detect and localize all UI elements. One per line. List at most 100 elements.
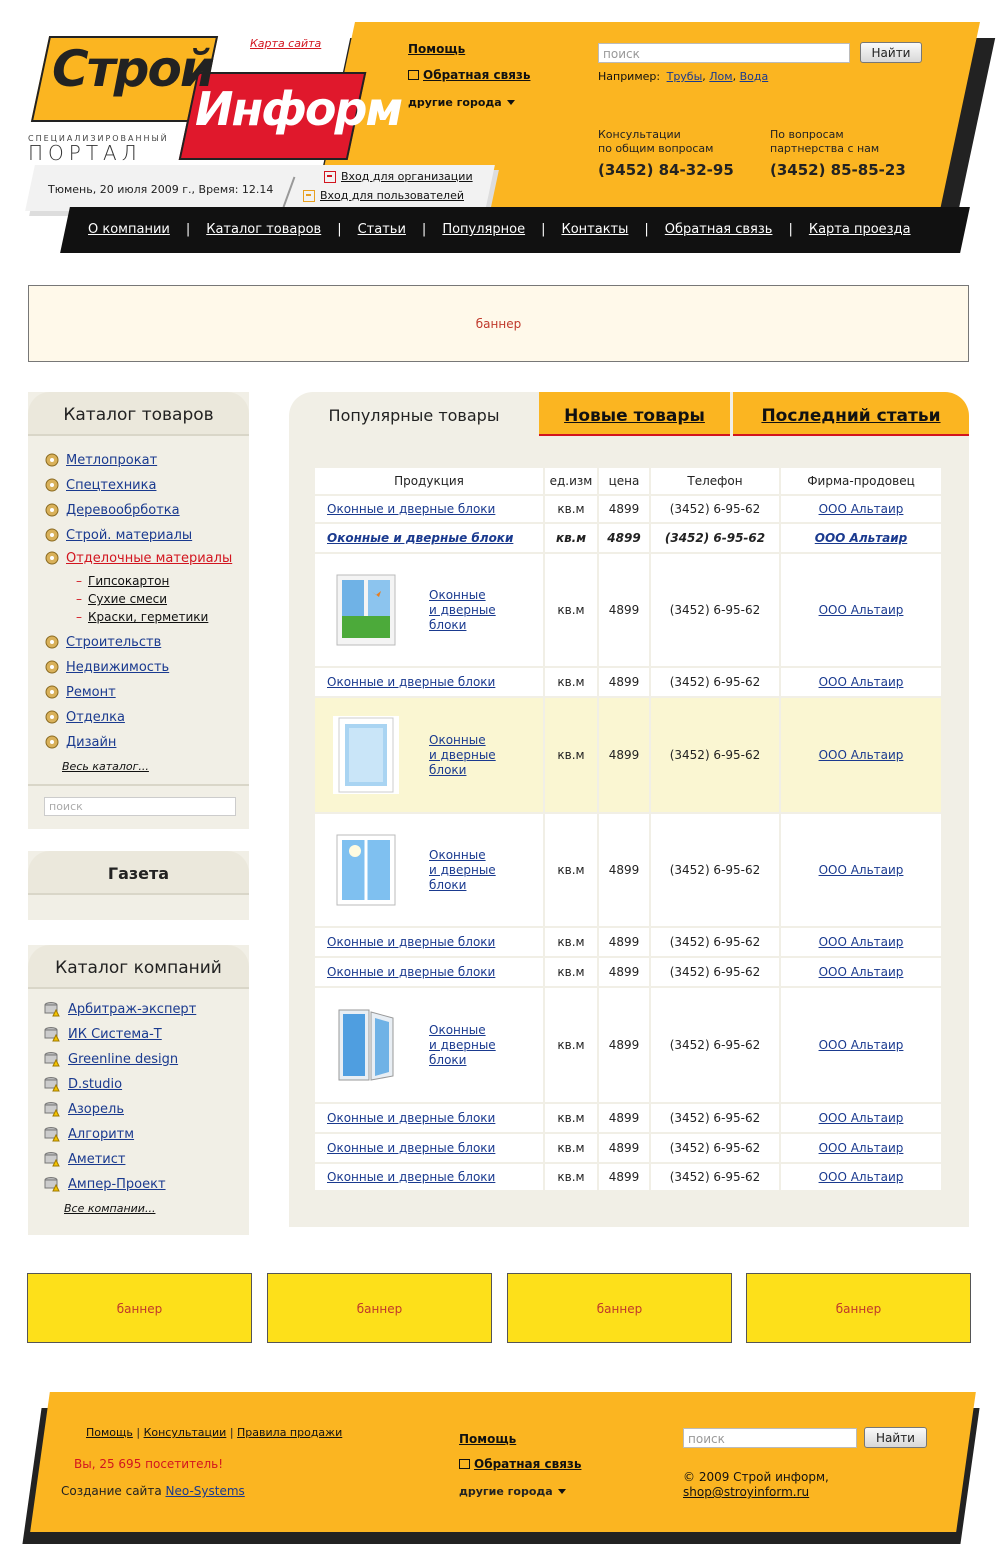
catalog-subitem-link[interactable]: Гипсокартон: [88, 574, 169, 588]
product-link[interactable]: Оконные и дверные блоки: [327, 1141, 495, 1155]
catalog-item-link[interactable]: Отделка: [66, 710, 125, 725]
firm-link[interactable]: ООО Альтаир: [819, 748, 904, 762]
firm-link[interactable]: ООО Альтаир: [819, 1111, 904, 1125]
window-image[interactable]: [333, 831, 399, 909]
company-link[interactable]: Ампер-Проект: [68, 1177, 166, 1192]
example-link[interactable]: Трубы: [667, 70, 703, 83]
product-link[interactable]: Оконные и дверные блоки: [429, 733, 496, 778]
footer-search-input[interactable]: поиск: [683, 1428, 857, 1448]
firm-link[interactable]: ООО Альтаир: [819, 935, 904, 949]
catalog-subitem[interactable]: – Краски, герметики: [76, 610, 208, 624]
footer-rules-link[interactable]: Правила продажи: [237, 1426, 342, 1439]
example-link[interactable]: Вода: [740, 70, 769, 83]
bottom-banner[interactable]: баннер: [27, 1273, 252, 1343]
firm-link[interactable]: ООО Альтаир: [819, 1170, 904, 1184]
firm-link[interactable]: ООО Альтаир: [819, 603, 904, 617]
company-link[interactable]: Алгоритм: [68, 1127, 134, 1142]
footer-email[interactable]: shop@stroyinform.ru: [683, 1485, 809, 1499]
company-link[interactable]: Аметист: [68, 1152, 125, 1167]
catalog-item-link[interactable]: Дизайн: [66, 735, 116, 750]
catalog-item[interactable]: Строительств: [44, 634, 161, 650]
header-search-input[interactable]: поиск: [598, 43, 850, 63]
header-search-button[interactable]: Найти: [860, 42, 922, 63]
catalog-item[interactable]: Строй. материалы: [44, 527, 192, 543]
footer-feedback[interactable]: Обратная связь: [459, 1457, 581, 1471]
catalog-subitem-link[interactable]: Краски, герметики: [88, 610, 208, 624]
firm-link[interactable]: ООО Альтаир: [815, 531, 908, 545]
product-link[interactable]: Оконные и дверные блоки: [327, 531, 513, 545]
sitemap-link[interactable]: Карта сайта: [250, 37, 321, 50]
window-image[interactable]: [333, 1006, 399, 1084]
catalog-item-link[interactable]: Строительств: [66, 635, 161, 650]
tab-new[interactable]: Новые товары: [539, 392, 730, 436]
footer-consult-link[interactable]: Консультации: [144, 1426, 227, 1439]
bottom-banner[interactable]: баннер: [267, 1273, 492, 1343]
company-item[interactable]: D.studio: [44, 1076, 122, 1092]
company-item[interactable]: Аметист: [44, 1151, 125, 1167]
product-link[interactable]: Оконные и дверные блоки: [429, 588, 496, 633]
window-image[interactable]: [333, 716, 399, 794]
tab-new-link[interactable]: Новые товары: [564, 406, 705, 426]
login-org-link[interactable]: Вход для организации: [341, 170, 473, 183]
company-item[interactable]: Ампер-Проект: [44, 1176, 166, 1192]
company-item[interactable]: Азорель: [44, 1101, 124, 1117]
menu-item-catalog[interactable]: Каталог товаров: [206, 222, 321, 237]
product-link[interactable]: Оконные и дверные блоки: [327, 502, 495, 516]
tab-articles[interactable]: Последний статьи: [733, 392, 969, 436]
company-link[interactable]: Greenline design: [68, 1052, 178, 1067]
catalog-item[interactable]: Недвижимость: [44, 659, 169, 675]
footer-other-cities[interactable]: другие города: [459, 1485, 566, 1498]
catalog-item[interactable]: Метлопрокат: [44, 452, 157, 468]
product-link[interactable]: Оконные и дверные блоки: [327, 675, 495, 689]
window-image[interactable]: [333, 571, 399, 649]
help-link[interactable]: Помощь: [408, 42, 465, 56]
login-user-link[interactable]: Вход для пользователей: [320, 189, 464, 202]
menu-item-map[interactable]: Карта проезда: [809, 222, 911, 237]
menu-item-popular[interactable]: Популярное: [442, 222, 525, 237]
menu-item-about[interactable]: О компании: [88, 222, 170, 237]
catalog-subitem-link[interactable]: Сухие смеси: [88, 592, 167, 606]
all-companies-link[interactable]: Все компании...: [64, 1202, 155, 1215]
login-user[interactable]: Вход для пользователей: [303, 189, 464, 202]
catalog-item-active[interactable]: Отделочные материалы: [44, 550, 232, 566]
company-item[interactable]: ИК Система-Т: [44, 1026, 162, 1042]
menu-item-articles[interactable]: Статьи: [358, 222, 406, 237]
footer-help-link[interactable]: Помощь: [86, 1426, 133, 1439]
product-link[interactable]: Оконные и дверные блоки: [429, 1023, 496, 1068]
catalog-item-link[interactable]: Недвижимость: [66, 660, 169, 675]
bottom-banner[interactable]: баннер: [507, 1273, 732, 1343]
company-link[interactable]: Арбитраж-эксперт: [68, 1002, 196, 1017]
feedback-link[interactable]: Обратная связь: [423, 68, 530, 82]
catalog-item-link[interactable]: Спецтехника: [66, 478, 156, 493]
product-link[interactable]: Оконные и дверные блоки: [327, 965, 495, 979]
catalog-item[interactable]: Ремонт: [44, 684, 116, 700]
created-link[interactable]: Neo-Systems: [166, 1484, 245, 1498]
menu-item-contacts[interactable]: Контакты: [561, 222, 628, 237]
catalog-item-link[interactable]: Отделочные материалы: [66, 551, 232, 566]
catalog-item-link[interactable]: Деревообрботка: [66, 503, 180, 518]
catalog-item[interactable]: Отделка: [44, 709, 125, 725]
catalog-item-link[interactable]: Метлопрокат: [66, 453, 157, 468]
other-cities[interactable]: другие города: [408, 96, 515, 109]
menu-item-feedback[interactable]: Обратная связь: [665, 222, 773, 237]
top-banner[interactable]: баннер: [28, 285, 969, 362]
firm-link[interactable]: ООО Альтаир: [819, 1141, 904, 1155]
login-org[interactable]: Вход для организации: [324, 170, 473, 183]
catalog-search-input[interactable]: поиск: [44, 797, 236, 816]
footer-feedback-link[interactable]: Обратная связь: [474, 1457, 581, 1471]
tab-popular[interactable]: Популярные товары: [289, 392, 539, 436]
company-item[interactable]: Greenline design: [44, 1051, 178, 1067]
feedback[interactable]: Обратная связь: [408, 68, 530, 82]
footer-search-button[interactable]: Найти: [864, 1427, 927, 1448]
firm-link[interactable]: ООО Альтаир: [819, 1038, 904, 1052]
catalog-item[interactable]: Спецтехника: [44, 477, 156, 493]
company-item[interactable]: Алгоритм: [44, 1126, 134, 1142]
company-item[interactable]: Арбитраж-эксперт: [44, 1001, 196, 1017]
catalog-subitem[interactable]: – Сухие смеси: [76, 592, 167, 606]
product-link[interactable]: Оконные и дверные блоки: [327, 1111, 495, 1125]
company-link[interactable]: Азорель: [68, 1102, 124, 1117]
firm-link[interactable]: ООО Альтаир: [819, 965, 904, 979]
product-link[interactable]: Оконные и дверные блоки: [429, 848, 496, 893]
footer-help[interactable]: Помощь: [459, 1432, 516, 1446]
firm-link[interactable]: ООО Альтаир: [819, 502, 904, 516]
